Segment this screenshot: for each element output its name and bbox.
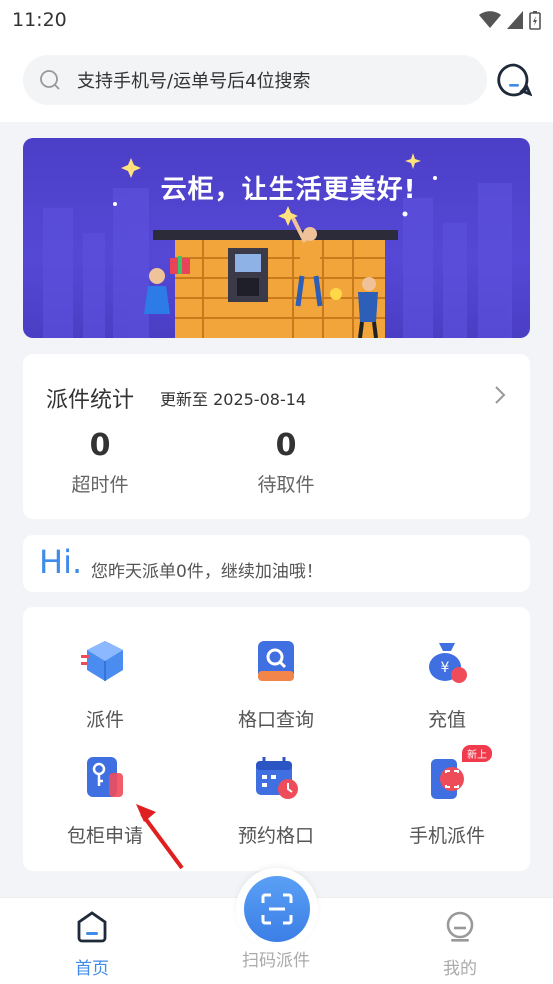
menu-label-dispatch: 派件: [85, 709, 124, 731]
stat-overdue[interactable]: 0 超时件: [35, 426, 165, 497]
greeting-hi: Hi.: [39, 543, 83, 581]
money-bag-icon: ¥: [429, 643, 467, 683]
menu-item-phone-dispatch[interactable]: 新上 手机派件: [382, 745, 512, 848]
tab-mine[interactable]: 我的: [400, 898, 520, 979]
home-icon: [77, 911, 107, 943]
search-locker-icon: [258, 641, 294, 681]
menu-label-locker-query: 格口查询: [237, 709, 314, 731]
status-time: 11:20: [12, 9, 67, 31]
menu-label-recharge: 充值: [427, 709, 466, 731]
stats-title: 派件统计: [46, 388, 135, 413]
banner-illustration: [43, 153, 512, 338]
profile-icon: [446, 911, 474, 942]
menu-item-recharge[interactable]: ¥ 充值: [382, 637, 512, 732]
battery-icon: [529, 11, 541, 30]
delivery-stats-card[interactable]: 派件统计 更新至 2025-08-14 0 超时件 0 待取件: [23, 354, 530, 519]
greeting-message: 您昨天派单0件，继续加油哦！: [91, 562, 323, 582]
banner-slogan: 云柜，让生活更美好!: [160, 175, 417, 205]
wifi-icon: [479, 11, 501, 28]
tab-home-label: 首页: [75, 959, 109, 979]
promo-banner[interactable]: 云柜，让生活更美好!: [23, 138, 530, 338]
top-bar: 支持手机号/运单号后4位搜索: [0, 40, 553, 122]
search-input[interactable]: 支持手机号/运单号后4位搜索: [23, 55, 487, 105]
greeting-card: Hi. 您昨天派单0件，继续加油哦！: [23, 535, 530, 592]
message-icon[interactable]: [496, 62, 532, 98]
calendar-clock-icon: [256, 757, 298, 799]
menu-item-dispatch[interactable]: 派件: [40, 637, 170, 732]
chevron-right-icon[interactable]: [493, 384, 507, 406]
signal-icon: [507, 11, 523, 29]
stats-updated: 更新至 2025-08-14: [160, 390, 307, 409]
key-card-icon: [87, 757, 123, 797]
stat-overdue-label: 超时件: [71, 474, 129, 496]
tab-home[interactable]: 首页: [32, 898, 152, 979]
stat-pending-value: 0: [275, 428, 297, 463]
stat-pending-label: 待取件: [257, 474, 315, 496]
search-placeholder: 支持手机号/运单号后4位搜索: [77, 71, 311, 92]
search-icon: [40, 70, 60, 90]
tab-mine-label: 我的: [443, 959, 477, 979]
svg-text:¥: ¥: [441, 660, 450, 676]
pointer-arrow: [136, 804, 184, 870]
scan-icon: [261, 893, 293, 925]
menu-item-locker-query[interactable]: 格口查询: [211, 637, 341, 732]
menu-label-phone-dispatch: 手机派件: [408, 825, 485, 847]
package-icon: [81, 641, 123, 681]
scan-button-wrap: [236, 868, 318, 950]
scan-button[interactable]: [244, 876, 310, 942]
stat-pending[interactable]: 0 待取件: [221, 426, 351, 497]
menu-label-reserve: 预约格口: [237, 825, 314, 847]
new-badge: 新上: [462, 745, 492, 762]
function-menu: 派件 格口查询 ¥ 充值 包柜申请 预约格口 新上 手机派件: [23, 607, 530, 871]
status-icons: [479, 10, 541, 30]
status-bar: 11:20: [0, 0, 553, 40]
stat-overdue-value: 0: [89, 428, 111, 463]
menu-item-reserve[interactable]: 预约格口: [211, 753, 341, 848]
